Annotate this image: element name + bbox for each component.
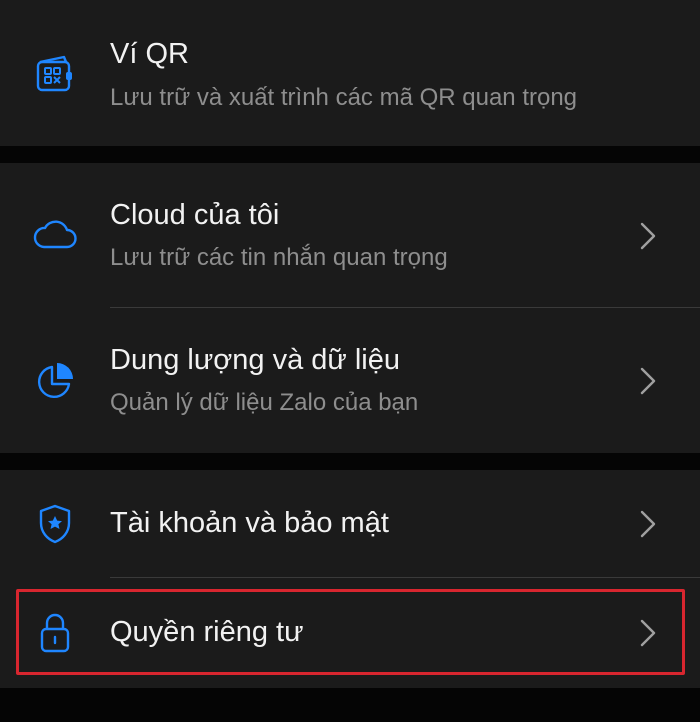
menu-item-subtitle: Lưu trữ và xuất trình các mã QR quan trọ… xyxy=(110,84,578,111)
menu-item-storage-data[interactable]: Dung lượng và dữ liệu Quản lý dữ liệu Za… xyxy=(0,308,700,453)
menu-item-qr-wallet[interactable]: Ví QR Lưu trữ và xuất trình các mã QR qu… xyxy=(0,0,700,146)
settings-section-storage: Cloud của tôi Lưu trữ các tin nhắn quan … xyxy=(0,163,700,453)
settings-screen: Ví QR Lưu trữ và xuất trình các mã QR qu… xyxy=(0,0,700,722)
menu-item-title: Tài khoản và bảo mật xyxy=(110,507,389,539)
cloud-icon xyxy=(30,211,80,261)
menu-item-subtitle: Quản lý dữ liệu Zalo của bạn xyxy=(110,389,419,416)
menu-item-title: Ví QR xyxy=(110,38,189,70)
chevron-right-icon xyxy=(640,222,656,250)
menu-item-title: Cloud của tôi xyxy=(110,199,280,231)
highlight-box xyxy=(16,589,685,675)
menu-item-account-security[interactable]: Tài khoản và bảo mật xyxy=(0,470,700,577)
chevron-right-icon xyxy=(640,367,656,395)
pie-chart-icon xyxy=(30,356,80,406)
qr-wallet-icon xyxy=(30,50,80,100)
menu-item-title: Dung lượng và dữ liệu xyxy=(110,344,400,376)
menu-item-cloud[interactable]: Cloud của tôi Lưu trữ các tin nhắn quan … xyxy=(0,163,700,307)
menu-item-subtitle: Lưu trữ các tin nhắn quan trọng xyxy=(110,244,448,271)
shield-star-icon xyxy=(30,499,80,549)
settings-section-qr: Ví QR Lưu trữ và xuất trình các mã QR qu… xyxy=(0,0,700,146)
chevron-right-icon xyxy=(640,510,656,538)
